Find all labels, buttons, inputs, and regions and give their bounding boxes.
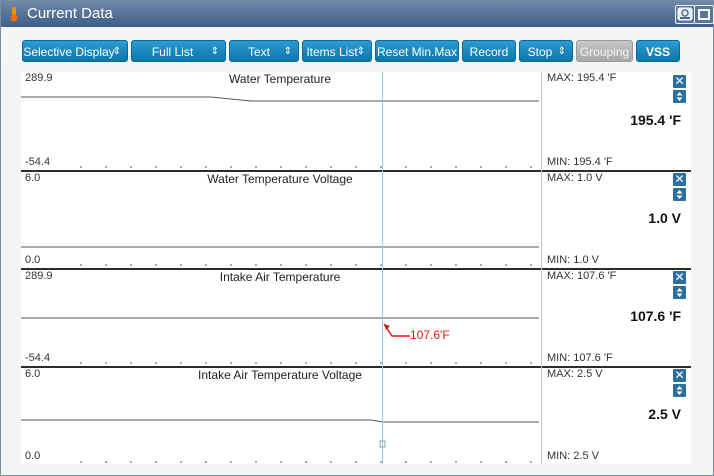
record-label: Record (469, 45, 509, 59)
dropdown-arrow-icon: ⇕ (557, 46, 566, 57)
graph-dots (80, 166, 532, 168)
max-readout: MAX: 2.5 V (547, 368, 603, 380)
dropdown-arrow-icon: ⇕ (210, 46, 219, 57)
grouping-button[interactable]: Grouping (576, 40, 633, 62)
window-title: Current Data (27, 5, 113, 22)
current-value: 1.0 V (648, 210, 681, 226)
min-readout: MIN: 2.5 V (547, 450, 599, 462)
items-list-button[interactable]: Items List ⇕ (302, 40, 372, 62)
title-bar: Current Data (1, 1, 714, 27)
setup-button[interactable] (675, 5, 695, 24)
close-icon[interactable]: ✕ (673, 173, 686, 186)
max-readout: MAX: 195.4 'F (547, 72, 617, 84)
min-readout: MIN: 195.4 'F (547, 156, 613, 168)
vss-button[interactable]: VSS (636, 40, 680, 62)
text-button[interactable]: Text ⇕ (229, 40, 299, 62)
dropdown-arrow-icon: ⇕ (356, 46, 365, 57)
reset-min-max-button[interactable]: Reset Min.Max (375, 40, 459, 62)
data-cursor-line[interactable] (382, 72, 383, 464)
window-restore-icon (698, 9, 710, 20)
readout-divider (541, 72, 542, 464)
setup-icon (677, 7, 693, 21)
max-readout: MAX: 107.6 'F (547, 270, 617, 282)
record-button[interactable]: Record (462, 40, 516, 62)
selective-display-label: Selective Display (23, 45, 115, 59)
graph-panel-area: 289.9 Water Temperature -54.4 MAX: 195.4… (21, 72, 691, 464)
min-readout: MIN: 107.6 'F (547, 352, 613, 364)
close-icon[interactable]: ✕ (673, 75, 686, 88)
graph-plot (21, 419, 539, 463)
graph-dots (80, 362, 532, 364)
cursor-annotation: 107.6'F (410, 328, 450, 342)
scroll-updown-icon[interactable] (673, 188, 686, 201)
toolbar: Selective Display ⇕ Full List ⇕ Text ⇕ I… (1, 27, 713, 67)
close-icon[interactable]: ✕ (673, 271, 686, 284)
graph-dots (80, 461, 532, 463)
reset-min-max-label: Reset Min.Max (376, 45, 458, 59)
graph-min-label: -54.4 (25, 156, 51, 168)
full-list-label: Full List (151, 45, 194, 59)
annotation-arrow-icon (383, 323, 410, 337)
items-list-label: Items List (306, 45, 358, 59)
scroll-updown-icon[interactable] (673, 286, 686, 299)
selective-display-button[interactable]: Selective Display ⇕ (22, 40, 128, 62)
dropdown-arrow-icon: ⇕ (283, 46, 292, 57)
current-value: 2.5 V (648, 406, 681, 422)
vss-label: VSS (645, 45, 670, 59)
scroll-updown-icon[interactable] (673, 90, 686, 103)
max-readout: MAX: 1.0 V (547, 172, 603, 184)
thermometer-icon (10, 7, 18, 22)
current-value: 195.4 'F (630, 112, 681, 128)
graph-plot (21, 96, 539, 168)
graph-min-label: 0.0 (25, 450, 41, 462)
grouping-label: Grouping (579, 45, 630, 59)
graph-plot (21, 246, 539, 266)
graph-plot (21, 317, 539, 364)
text-label: Text (247, 45, 270, 59)
stop-button[interactable]: Stop ⇕ (519, 40, 573, 62)
graph-dots (80, 264, 532, 266)
min-readout: MIN: 1.0 V (547, 254, 599, 266)
graph-min-label: -54.4 (25, 352, 51, 364)
dropdown-arrow-icon: ⇕ (112, 46, 121, 57)
full-list-button[interactable]: Full List ⇕ (131, 40, 226, 62)
cursor-marker-icon (379, 440, 386, 448)
current-value: 107.6 'F (630, 308, 681, 324)
graph-min-label: 0.0 (25, 254, 41, 266)
restore-window-button[interactable] (694, 5, 714, 24)
scroll-updown-icon[interactable] (673, 384, 686, 397)
stop-label: Stop (527, 45, 553, 59)
close-icon[interactable]: ✕ (673, 369, 686, 382)
